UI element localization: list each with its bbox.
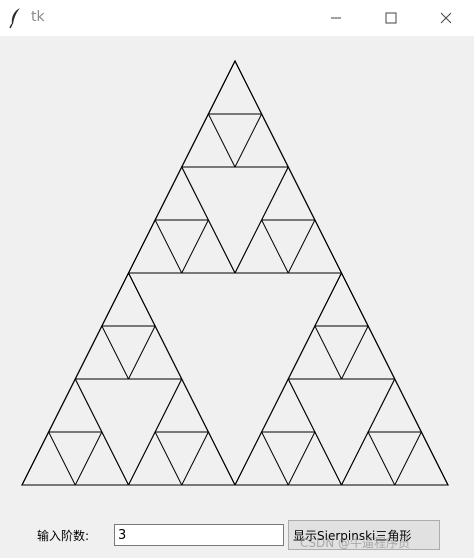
triangle-outline (127, 218, 183, 274)
close-button[interactable] (423, 0, 469, 36)
maximize-button[interactable] (368, 0, 414, 36)
triangle-outline (340, 430, 396, 486)
order-label: 输入阶数: (37, 529, 90, 543)
minimize-icon (331, 17, 341, 19)
triangle-outline (127, 324, 183, 380)
triangle-outline (207, 59, 263, 115)
triangle-outline (287, 430, 343, 486)
triangle-outline (180, 430, 236, 486)
triangle-outline (127, 430, 183, 486)
minimize-button[interactable] (313, 0, 359, 36)
triangle-outline (234, 112, 290, 168)
triangle-outline (154, 377, 210, 433)
title-bar[interactable]: tk (0, 0, 474, 36)
triangle-outline (287, 324, 343, 380)
sierpinski-canvas (21, 59, 449, 486)
triangle-outline (260, 165, 316, 221)
triangle-outline (180, 112, 236, 168)
triangle-outline (234, 430, 290, 486)
app-window: tk 输入阶数: 显示Sierpinski三角形 CSDN @牛逼程序员 (0, 0, 474, 558)
triangle-outline (260, 377, 316, 433)
show-sierpinski-button[interactable]: 显示Sierpinski三角形 (288, 520, 440, 550)
triangle-outline (180, 218, 236, 274)
maximize-icon (385, 12, 397, 24)
order-input[interactable] (114, 524, 284, 546)
triangle-outline (101, 271, 156, 327)
triangle-outline (74, 430, 130, 486)
triangle-outline (154, 165, 210, 221)
triangle-outline (393, 430, 449, 486)
triangle-outline (367, 377, 423, 433)
window-title: tk (31, 9, 45, 25)
triangle-outline (234, 218, 290, 274)
triangle-outline (47, 377, 103, 433)
feather-icon (9, 8, 20, 29)
triangle-outline (74, 324, 130, 380)
triangle-outline (287, 218, 343, 274)
close-icon (440, 12, 452, 24)
triangle-outline (21, 430, 77, 486)
triangle-outline (314, 271, 369, 327)
triangle-outline (340, 324, 396, 380)
